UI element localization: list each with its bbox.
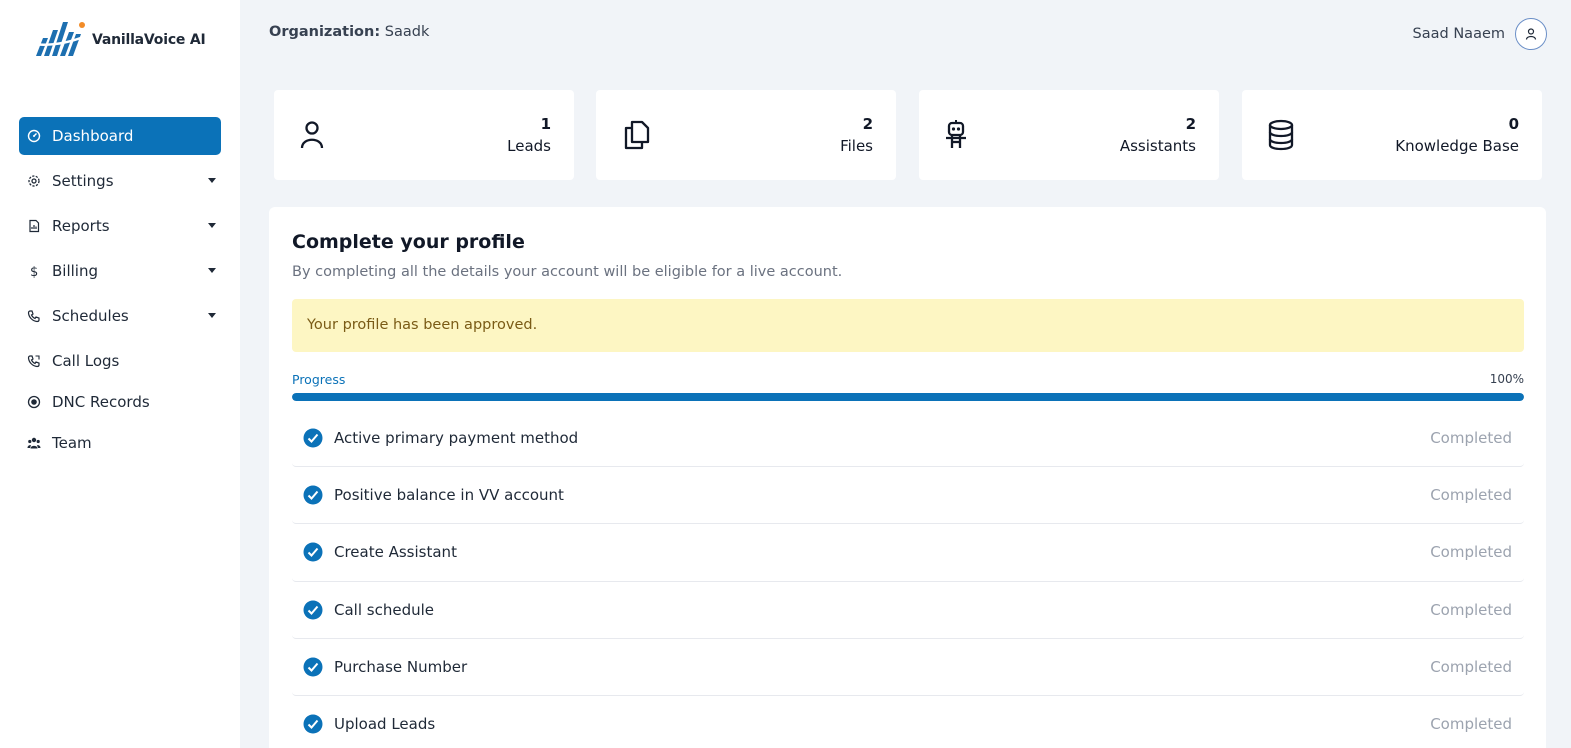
approval-alert: Your profile has been approved. [292,299,1524,352]
gear-icon [26,173,42,189]
task-label: Positive balance in VV account [334,486,564,505]
stat-label: Assistants [1119,137,1196,155]
stat-value: 2 [862,115,873,133]
sidebar-item-billing[interactable]: $ Billing [19,252,221,290]
progress-label: Progress [292,372,346,387]
check-circle-icon [303,600,323,620]
sidebar-item-team[interactable]: Team [19,424,221,462]
task-label: Purchase Number [334,657,468,676]
sidebar-item-label: Settings [52,172,114,190]
task-status: Completed [1430,715,1512,734]
user-icon [1525,28,1537,40]
vanillavoice-logo-icon [31,22,87,56]
task-label: Active primary payment method [334,429,579,448]
profile-completion-card: Complete your profile By completing all … [269,207,1546,748]
sidebar: VanillaVoice AI Dashboard Settings Repor… [0,0,240,748]
task-status: Completed [1430,543,1512,562]
caret-down-icon [208,223,216,228]
profile-subtitle: By completing all the details your accou… [292,264,843,280]
stat-label: Knowledge Base [1395,137,1519,155]
check-circle-icon [303,657,323,677]
sidebar-item-label: Billing [52,262,98,280]
sidebar-item-label: DNC Records [52,393,150,411]
database-icon [1268,119,1294,151]
sidebar-item-reports[interactable]: Reports [19,207,221,245]
stat-value: 0 [1508,115,1519,133]
check-circle-icon [303,542,323,562]
sidebar-item-settings[interactable]: Settings [19,162,221,200]
caret-down-icon [208,268,216,273]
user-name: Saad Naaem [1412,26,1505,42]
task-row[interactable]: Call schedule Completed [292,582,1524,639]
sidebar-item-call-logs[interactable]: Call Logs [19,342,221,380]
sidebar-item-dashboard[interactable]: Dashboard [19,117,221,155]
task-status: Completed [1430,657,1512,676]
gauge-icon [26,128,42,144]
phone-icon [26,308,42,324]
task-status: Completed [1430,486,1512,505]
task-label: Call schedule [334,600,434,619]
organization-label: Organization: [269,24,381,40]
stat-card-files[interactable]: 2 Files [596,90,896,180]
stat-card-knowledge-base[interactable]: 0 Knowledge Base [1242,90,1542,180]
check-circle-icon [303,485,323,505]
progress-bar [292,393,1524,401]
stat-value: 2 [1185,115,1196,133]
sidebar-item-dnc-records[interactable]: DNC Records [19,383,221,421]
sidebar-item-label: Team [52,434,92,452]
task-row[interactable]: Create Assistant Completed [292,524,1524,582]
organization-info: Organization: Saadk [269,24,429,40]
progress-percent: 100% [1489,372,1524,386]
dollar-icon: $ [26,263,42,279]
caret-down-icon [208,178,216,183]
user-menu[interactable]: Saad Naaem [1413,18,1547,50]
phone-log-icon [26,353,42,369]
task-label: Create Assistant [334,543,457,562]
task-label: Upload Leads [334,715,436,734]
stat-label: Files [840,137,873,155]
team-icon [26,435,42,451]
check-circle-icon [303,428,323,448]
task-row[interactable]: Purchase Number Completed [292,639,1524,696]
robot-icon [946,120,966,148]
sidebar-nav: Dashboard Settings Reports $ Billing Sch… [19,117,221,465]
brand-name: VanillaVoice AI [92,32,206,48]
check-circle-icon [303,714,323,734]
profile-title: Complete your profile [292,231,525,253]
task-row[interactable]: Upload Leads Completed [292,696,1524,748]
task-status: Completed [1430,600,1512,619]
report-icon [26,218,42,234]
stat-label: Leads [507,137,551,155]
brand-logo[interactable]: VanillaVoice AI [30,18,206,62]
sidebar-item-label: Reports [52,217,110,235]
caret-down-icon [208,313,216,318]
task-list: Active primary payment method Completed … [292,410,1524,748]
stat-card-leads[interactable]: 1 Leads [274,90,574,180]
svg-text:$: $ [30,265,38,278]
files-icon [624,120,650,150]
progress-fill [292,393,1524,401]
organization-name: Saadk [384,24,430,40]
task-status: Completed [1430,429,1512,448]
stat-value: 1 [540,115,551,133]
record-icon [26,394,42,410]
stat-card-assistants[interactable]: 2 Assistants [919,90,1219,180]
sidebar-item-label: Schedules [52,307,129,325]
task-row[interactable]: Active primary payment method Completed [292,410,1524,468]
avatar[interactable] [1515,18,1547,50]
sidebar-item-schedules[interactable]: Schedules [19,297,221,335]
task-row[interactable]: Positive balance in VV account Completed [292,467,1524,525]
sidebar-item-label: Dashboard [52,127,134,145]
user-icon [300,121,324,149]
sidebar-item-label: Call Logs [52,352,120,370]
